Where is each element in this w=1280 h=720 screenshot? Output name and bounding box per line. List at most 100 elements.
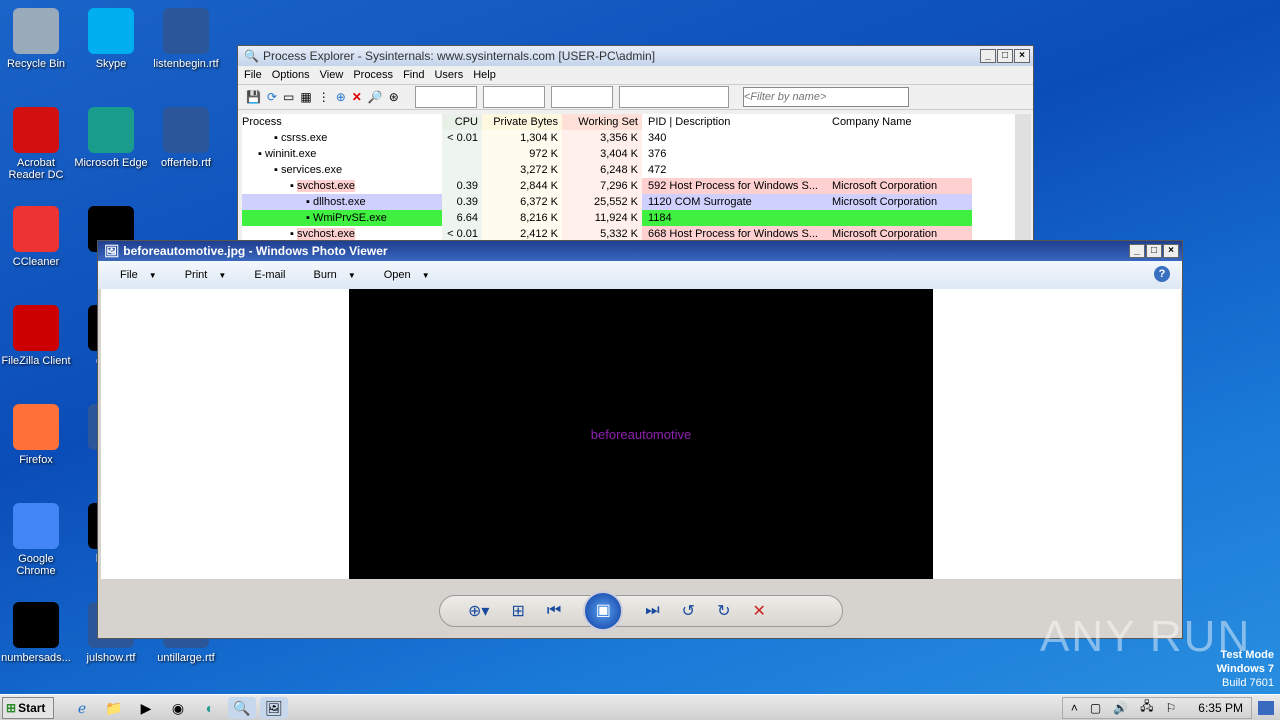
rotate-left-icon[interactable]: ↺: [682, 601, 695, 621]
menu-item[interactable]: Options: [272, 69, 310, 81]
table-row[interactable]: ▪ services.exe 3,272 K 6,248 K 472: [242, 162, 1017, 178]
previous-button[interactable]: ⏮: [547, 602, 561, 620]
refresh-icon[interactable]: ⟳: [267, 90, 277, 104]
crosshair-icon[interactable]: ⊛: [389, 90, 399, 104]
private-bytes: 6,372 K: [482, 194, 562, 210]
slideshow-button[interactable]: ▣: [583, 591, 624, 631]
column-header[interactable]: Private Bytes: [482, 114, 562, 130]
menu-item[interactable]: Help: [473, 69, 496, 81]
next-button[interactable]: ⏭: [645, 602, 659, 620]
cpu-graph-icon[interactable]: ▦: [300, 90, 311, 104]
close-button[interactable]: ×: [1163, 244, 1179, 258]
chrome-icon[interactable]: ◉: [164, 697, 192, 719]
command-file[interactable]: File ▼: [120, 269, 157, 281]
desktop-icon[interactable]: Microsoft Edge: [73, 107, 149, 169]
working-set: 3,356 K: [562, 130, 642, 146]
process-explorer-window[interactable]: 🔍 Process Explorer - Sysinternals: www.sy…: [237, 45, 1034, 245]
process-explorer-task[interactable]: 🔍: [228, 696, 256, 719]
process-name: svchost.exe: [296, 228, 356, 240]
window-icon[interactable]: ▭: [283, 90, 294, 104]
help-icon[interactable]: ?: [1154, 266, 1170, 282]
desktop-icon[interactable]: Acrobat Reader DC: [0, 107, 74, 181]
column-header[interactable]: Process: [242, 114, 442, 130]
flag-icon[interactable]: ⚐: [1166, 701, 1177, 715]
edge-icon[interactable]: ◐: [196, 697, 224, 719]
delete-icon[interactable]: ✕: [752, 601, 765, 621]
command-open[interactable]: Open ▼: [384, 269, 430, 281]
target-icon[interactable]: ⊕: [336, 90, 346, 104]
media-player-icon[interactable]: ▶: [132, 697, 160, 719]
table-row[interactable]: ▪ svchost.exe 0.39 2,844 K 7,296 K 592 H…: [242, 178, 1017, 194]
company: Microsoft Corporation: [832, 194, 972, 210]
desktop-icon-label: Google Chrome: [16, 553, 56, 577]
desktop-icon[interactable]: Firefox: [0, 404, 74, 466]
minimize-button[interactable]: _: [980, 49, 996, 63]
ie-icon[interactable]: ℯ: [68, 697, 96, 719]
column-header[interactable]: CPU: [442, 114, 482, 130]
table-row[interactable]: ▪ dllhost.exe 0.39 6,372 K 25,552 K 1120…: [242, 194, 1017, 210]
menu-item[interactable]: View: [320, 69, 344, 81]
close-button[interactable]: ×: [1014, 49, 1030, 63]
desktop-icon[interactable]: numbersads...: [0, 602, 74, 664]
process-name: dllhost.exe: [312, 196, 366, 208]
menu-item[interactable]: File: [244, 69, 262, 81]
working-set: 7,296 K: [562, 178, 642, 194]
window-title: Process Explorer - Sysinternals: www.sys…: [262, 49, 656, 63]
network-icon[interactable]: 🖧: [1140, 697, 1153, 718]
build-line: Build 7601: [1222, 677, 1274, 689]
save-icon[interactable]: 💾: [246, 90, 261, 104]
photo-viewer-task[interactable]: 🖼: [260, 696, 288, 719]
desktop-icon-label: julshow.rtf: [86, 652, 136, 664]
process-icon: ▪: [290, 180, 297, 192]
table-row[interactable]: ▪ WmiPrvSE.exe 6.64 8,216 K 11,924 K 118…: [242, 210, 1017, 226]
clock[interactable]: 6:35 PM: [1198, 701, 1243, 715]
process-icon: ▪: [258, 148, 265, 160]
volume-icon[interactable]: 🔊: [1113, 701, 1128, 715]
menu-item[interactable]: Users: [434, 69, 463, 81]
column-header[interactable]: Company Name: [832, 114, 972, 130]
system-tray: ˄ ▢ 🔊 🖧 ⚐ 6:35 PM: [1061, 696, 1252, 719]
find-icon[interactable]: 🔎: [368, 90, 383, 104]
actual-size-icon[interactable]: ⊞: [511, 601, 524, 621]
private-bytes: 8,216 K: [482, 210, 562, 226]
rotate-right-icon[interactable]: ↻: [717, 601, 730, 621]
title-bar[interactable]: 🔍 Process Explorer - Sysinternals: www.sy…: [238, 46, 1033, 66]
filter-input[interactable]: [742, 87, 909, 107]
desktop-icon[interactable]: listenbegin.rtf: [148, 8, 224, 70]
title-bar[interactable]: 🖼 beforeautomotive.jpg - Windows Photo Vi…: [98, 241, 1182, 261]
kill-icon[interactable]: ✕: [352, 90, 362, 104]
minimize-button[interactable]: _: [1129, 244, 1145, 258]
maximize-button[interactable]: □: [1146, 244, 1162, 258]
table-row[interactable]: ▪ csrss.exe < 0.01 1,304 K 3,356 K 340: [242, 130, 1017, 146]
menu-item[interactable]: Process: [353, 69, 393, 81]
photo-viewer-window[interactable]: 🖼 beforeautomotive.jpg - Windows Photo Vi…: [97, 240, 1183, 639]
command-label: Burn: [313, 269, 337, 281]
desktop-icon[interactable]: offerfeb.rtf: [148, 107, 224, 169]
process-table: Process CPU Private Bytes Working Set PID | …: [242, 114, 1017, 242]
private-bytes: 2,844 K: [482, 178, 562, 194]
command-burn[interactable]: Burn ▼: [314, 269, 356, 281]
show-desktop-button[interactable]: [1258, 700, 1274, 715]
menu-item[interactable]: Find: [403, 69, 424, 81]
column-header[interactable]: PID | Description: [642, 114, 832, 130]
desktop-icon[interactable]: Google Chrome: [0, 503, 74, 577]
tray-box-icon[interactable]: ▢: [1090, 701, 1101, 715]
explorer-icon[interactable]: 📁: [100, 697, 128, 719]
desktop-icon[interactable]: Recycle Bin: [0, 8, 74, 70]
scrollbar[interactable]: [1015, 114, 1031, 244]
process-icon: ▪: [290, 228, 297, 240]
maximize-button[interactable]: □: [997, 49, 1013, 63]
test-mode-line: Test Mode: [1220, 649, 1274, 661]
show-hidden-icons[interactable]: ˄: [1071, 701, 1078, 715]
command-e-mail[interactable]: E-mail: [254, 269, 285, 281]
desktop-icon[interactable]: Skype: [73, 8, 149, 70]
table-row[interactable]: ▪ wininit.exe 972 K 3,404 K 376: [242, 146, 1017, 162]
tree-icon[interactable]: ⋮: [318, 90, 330, 104]
start-button[interactable]: ⊞ Start: [2, 696, 54, 719]
windows-logo-icon: ⊞: [6, 700, 17, 715]
column-header[interactable]: Working Set: [562, 114, 642, 130]
zoom-icon[interactable]: ⊕▾: [468, 601, 489, 621]
command-print[interactable]: Print ▼: [185, 269, 227, 281]
desktop-icon[interactable]: FileZilla Client: [0, 305, 74, 367]
desktop-icon[interactable]: CCleaner: [0, 206, 74, 268]
